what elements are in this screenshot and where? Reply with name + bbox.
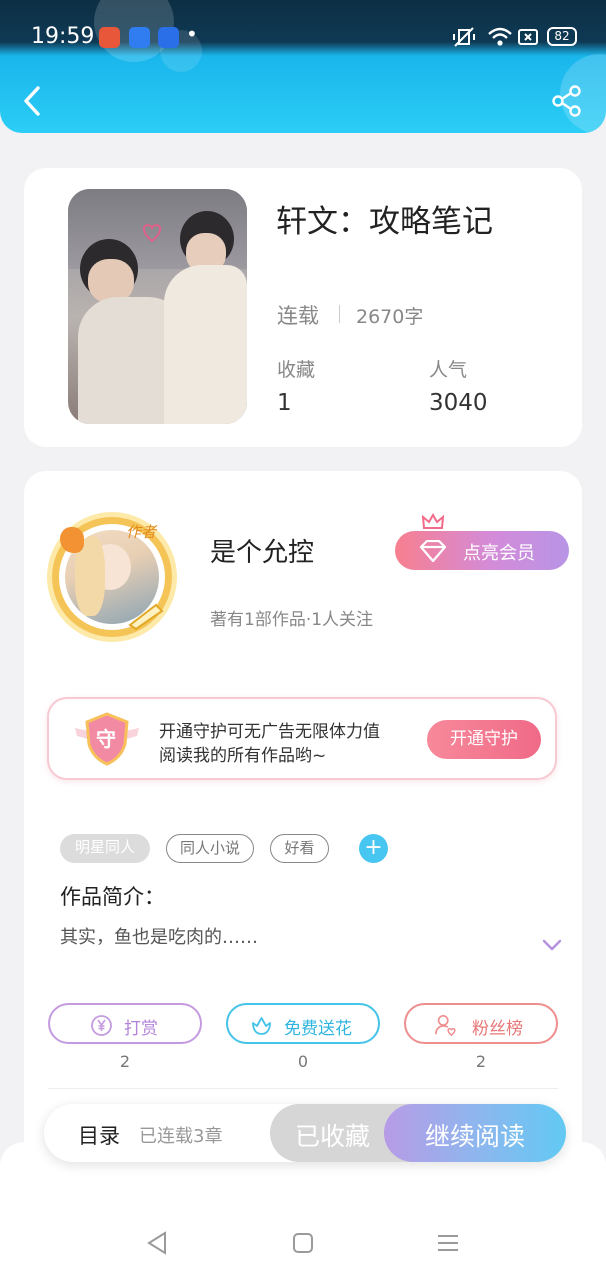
toc-button[interactable]: 目录 (78, 1120, 120, 1150)
book-cover-image (68, 189, 247, 424)
mute-vibrate-icon (453, 27, 475, 47)
word-count: 2670字 (356, 306, 424, 328)
continue-reading-label: 继续阅读 (425, 1122, 526, 1151)
nav-back-icon[interactable] (145, 1230, 169, 1256)
tag-chip[interactable]: 明星同人 (60, 834, 150, 863)
divider (339, 305, 340, 323)
intro-heading: 作品简介： (60, 885, 165, 909)
system-nav-bar (0, 1142, 606, 1280)
reward-label: 打赏 (124, 1019, 158, 1039)
intro-text: 其实，鱼也是吃肉的…… (60, 927, 258, 948)
vip-button-label: 点亮会员 (463, 543, 535, 564)
battery-icon: 82 (547, 27, 577, 46)
guard-shield-char: 守 (96, 727, 116, 751)
guard-button[interactable]: 开通守护 (427, 720, 541, 759)
favorites-value: 1 (277, 390, 292, 416)
vip-button[interactable]: 点亮会员 (395, 513, 569, 570)
popularity-value: 3040 (429, 390, 488, 416)
battery-level: 82 (554, 29, 570, 43)
app-notification-icon (99, 27, 120, 48)
flower-count: 0 (297, 1052, 309, 1071)
popularity-label: 人气 (429, 359, 468, 381)
status-time: 19:59 (31, 24, 95, 49)
guard-text-line2: 阅读我的所有作品哟~ (159, 746, 327, 766)
book-status: 连载 (277, 304, 319, 328)
status-dot: • (186, 22, 198, 46)
tag-chip[interactable]: 好看 (270, 834, 329, 863)
continue-reading-button[interactable]: 继续阅读 (384, 1104, 566, 1162)
chevron-down-icon[interactable] (541, 937, 563, 953)
back-icon[interactable] (20, 84, 46, 118)
reward-count: 2 (119, 1052, 131, 1071)
author-avatar[interactable]: 作者 (38, 505, 200, 655)
fan-count: 2 (475, 1052, 487, 1071)
user-heart-icon (435, 1015, 456, 1037)
pencil-icon (128, 603, 164, 631)
heart-doodle-icon (142, 223, 162, 243)
send-flower-button[interactable]: 免费送花 (226, 1003, 380, 1044)
app-notification-icon (129, 27, 150, 48)
crown-icon (421, 513, 445, 529)
book-title: 轩文：攻略笔记 (276, 204, 493, 240)
nav-menu-icon[interactable] (436, 1233, 460, 1253)
fan-ranking-label: 粉丝榜 (472, 1019, 523, 1039)
chapter-count: 已连载3章 (139, 1126, 223, 1147)
bottom-action-bar: 目录 已连载3章 已收藏 继续阅读 (44, 1104, 566, 1162)
fan-ranking-button[interactable]: 粉丝榜 (404, 1003, 558, 1044)
share-icon[interactable] (551, 84, 583, 118)
add-tag-button[interactable]: + (359, 834, 388, 863)
divider (48, 1088, 558, 1089)
author-name: 是个允控 (210, 538, 315, 568)
reward-button[interactable]: 打赏 (48, 1003, 202, 1044)
wifi-icon (488, 27, 512, 46)
flower-icon (252, 1017, 271, 1035)
header: 19:59 • 82 (0, 0, 606, 133)
favorites-label: 收藏 (277, 359, 316, 381)
yen-coin-icon (91, 1015, 112, 1036)
screen-record-icon (518, 29, 538, 45)
diamond-icon (419, 540, 447, 562)
send-flower-label: 免费送花 (284, 1019, 352, 1039)
baidu-app-icon (158, 27, 179, 48)
collected-label: 已收藏 (295, 1122, 371, 1151)
guard-text-line1: 开通守护可无广告无限体力值 (159, 722, 380, 742)
author-badge-petal (60, 527, 84, 553)
author-badge: 作者 (126, 523, 157, 541)
guard-banner[interactable]: 守 开通守护可无广告无限体力值 阅读我的所有作品哟~ 开通守护 (47, 697, 557, 780)
author-stats: 著有1部作品·1人关注 (210, 610, 374, 630)
tag-chip[interactable]: 同人小说 (166, 834, 254, 863)
nav-home-icon[interactable] (292, 1232, 314, 1254)
